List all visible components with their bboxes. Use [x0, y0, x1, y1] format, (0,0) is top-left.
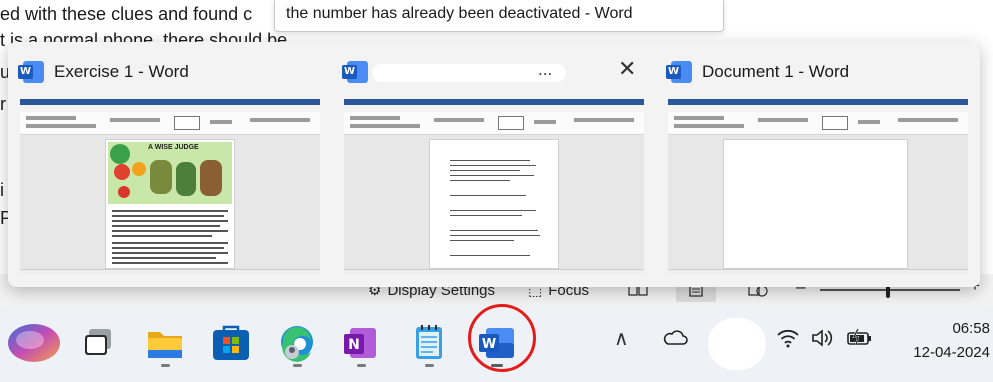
thumbnail-title: Exercise 1 - Word	[54, 62, 189, 81]
redacted-tray-area	[708, 318, 766, 370]
doc-text-line: i	[0, 180, 4, 200]
notepad-button[interactable]	[406, 320, 452, 367]
word-icon: W	[18, 61, 44, 83]
speaker-icon	[812, 329, 833, 347]
window-thumbnail-exercise[interactable]: W Exercise 1 - Word A WISE JUDGE	[8, 42, 330, 287]
window-tooltip: the number has already been deactivated …	[274, 0, 724, 32]
document-page-preview	[723, 139, 908, 269]
redacted-title	[372, 64, 566, 82]
clock-date[interactable]: 12-04-2024	[892, 344, 990, 361]
red-highlight-circle	[468, 304, 536, 372]
thumbnail-title: ...	[538, 60, 553, 79]
document-page-preview	[429, 139, 559, 269]
folder-icon	[148, 332, 182, 358]
clock-time[interactable]: 06:58	[930, 320, 990, 337]
running-indicator	[425, 364, 434, 367]
window-thumbnail-document1[interactable]: W Document 1 - Word	[656, 42, 978, 287]
notepad-icon	[416, 325, 442, 359]
battery-charging-icon	[847, 328, 871, 346]
microsoft-store-button[interactable]	[208, 320, 254, 366]
running-indicator	[357, 364, 366, 367]
battery-button[interactable]	[846, 328, 874, 353]
document-page-preview: A WISE JUDGE	[105, 139, 235, 269]
copilot-icon	[8, 324, 60, 362]
wifi-icon	[777, 329, 799, 348]
doc-text-line: r	[0, 94, 6, 114]
running-indicator	[293, 364, 302, 367]
thumbnail-title: Document 1 - Word	[702, 62, 850, 81]
cloud-icon	[663, 330, 688, 345]
network-button[interactable]	[776, 328, 800, 353]
task-view-button[interactable]	[78, 320, 124, 366]
zoom-slider[interactable]	[820, 289, 960, 291]
tooltip-text: the number has already been deactivated …	[286, 5, 633, 22]
onenote-button[interactable]: N	[338, 320, 384, 367]
onenote-icon: N	[344, 328, 376, 358]
window-thumbnail-redacted[interactable]: W ... ✕	[332, 42, 654, 287]
show-hidden-icons-chevron-icon[interactable]: ∧	[614, 326, 629, 351]
edge-icon	[281, 326, 313, 362]
story-illustration: A WISE JUDGE	[108, 142, 232, 204]
file-explorer-button[interactable]	[142, 320, 188, 367]
word-icon: W	[666, 61, 692, 83]
task-view-icon	[85, 329, 111, 355]
close-icon[interactable]: ✕	[618, 58, 636, 80]
thumbnail-header: W ...	[342, 60, 566, 84]
store-icon	[213, 325, 249, 360]
story-heading: A WISE JUDGE	[148, 144, 199, 151]
onedrive-button[interactable]	[662, 328, 688, 351]
window-preview	[344, 99, 644, 274]
taskbar-thumbnail-flyout: W Exercise 1 - Word A WISE JUDGE W ... ✕…	[8, 42, 980, 287]
volume-button[interactable]	[810, 328, 834, 353]
edge-button[interactable]	[274, 320, 320, 367]
thumbnail-header: W Document 1 - Word	[666, 60, 849, 84]
window-preview	[668, 99, 968, 274]
word-icon: W	[342, 61, 368, 83]
window-preview: A WISE JUDGE	[20, 99, 320, 274]
copilot-button[interactable]	[8, 320, 60, 366]
running-indicator	[161, 364, 170, 367]
doc-text-line: ed with these clues and found c	[0, 4, 253, 24]
thumbnail-header: W Exercise 1 - Word	[18, 60, 189, 84]
svg-text:N: N	[348, 337, 360, 353]
